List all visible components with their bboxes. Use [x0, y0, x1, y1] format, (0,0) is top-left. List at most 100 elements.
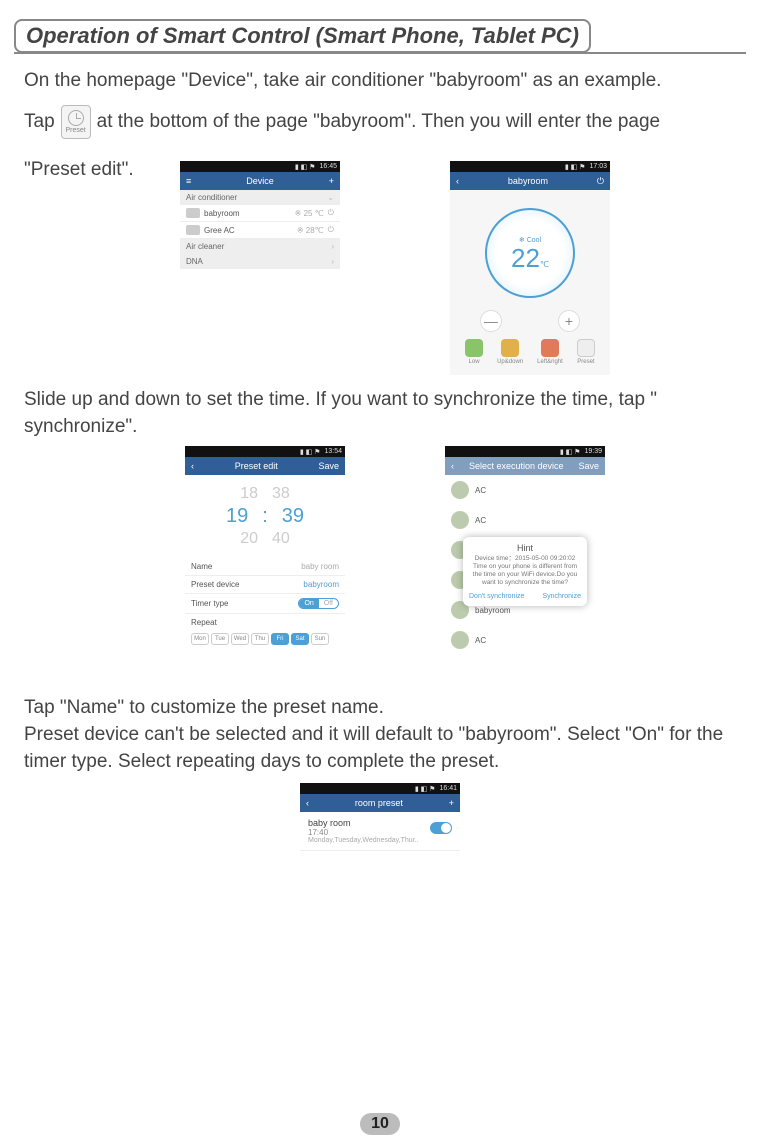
sync-button[interactable]: Synchronize: [542, 593, 581, 600]
day-tue[interactable]: Tue: [211, 633, 229, 645]
label: Repeat: [191, 618, 217, 627]
temperature-dial: ❄ Cool 22℃: [485, 208, 575, 298]
time-h: 20: [240, 530, 258, 548]
label: Preset device: [191, 580, 239, 589]
screenshot-room-preset: ▮ ◧ ⚑16:41 ‹ room preset + baby room 17:…: [300, 783, 460, 1012]
device-row: AC: [445, 625, 605, 655]
value: baby room: [301, 562, 339, 571]
clock-icon: [68, 110, 84, 126]
row-name[interactable]: Namebaby room: [185, 558, 345, 576]
day-wed[interactable]: Wed: [231, 633, 249, 645]
toggle-on[interactable]: On: [299, 599, 318, 608]
section-ac: Air conditioner: [186, 193, 237, 202]
time-m: 40: [272, 530, 290, 548]
label: Timer type: [191, 599, 229, 608]
appbar-title: babyroom: [459, 176, 597, 186]
preset-entry[interactable]: baby room 17:40 Monday,Tuesday,Wednesday…: [300, 812, 460, 851]
status-time: 16:45: [319, 163, 337, 170]
chevron-right-icon[interactable]: ›: [331, 242, 334, 251]
entry-toggle[interactable]: [430, 822, 452, 834]
icon-label: Low: [469, 359, 480, 365]
icon-label: Preset: [577, 359, 594, 365]
dialog-title: Hint: [469, 543, 581, 553]
icon-label: Up&down: [497, 359, 523, 365]
device-temp: ※ 25 ℃: [295, 209, 324, 218]
section-dna: DNA: [186, 257, 203, 266]
section-title-bar: Operation of Smart Control (Smart Phone,…: [14, 18, 746, 54]
screenshot-preset-edit: ▮ ◧ ⚑13:54 ‹ Preset edit Save 1838 19:39…: [185, 446, 345, 685]
toggle-off[interactable]: Off: [319, 599, 338, 608]
appbar-title: Device: [191, 176, 328, 186]
decrease-button[interactable]: —: [480, 310, 502, 332]
dialog-line1: Device time：2015-05-00 09:20:02: [469, 555, 581, 563]
entry-days: Monday,Tuesday,Wednesday,Thur..: [308, 837, 452, 844]
screenshot-sync-dialog: ▮ ◧ ⚑19:39 ‹ Select execution device Sav…: [445, 446, 605, 685]
instruction-p4: Tap "Name" to customize the preset name.: [24, 695, 736, 722]
status-icons: ▮ ◧ ⚑: [295, 163, 316, 171]
row-preset-device: Preset device babyroom: [185, 576, 345, 594]
time-m: 38: [272, 485, 290, 503]
section-title: Operation of Smart Control (Smart Phone,…: [26, 23, 579, 48]
device-thumb-icon: [186, 225, 200, 235]
device-row: AC: [445, 505, 605, 535]
dialog-line2: Time on your phone is different from the…: [469, 563, 581, 586]
instruction-p5: Preset device can't be selected and it w…: [24, 722, 736, 775]
row-timer-type[interactable]: Timer type OnOff: [185, 594, 345, 614]
chevron-right-icon[interactable]: ›: [331, 257, 334, 266]
plus-icon[interactable]: +: [449, 798, 454, 808]
on-off-toggle[interactable]: OnOff: [298, 598, 339, 609]
value: babyroom: [303, 580, 339, 589]
save-button[interactable]: Save: [578, 461, 599, 471]
instruction-p2-row: Tap Preset at the bottom of the page "ba…: [24, 105, 736, 139]
day-thu[interactable]: Thu: [251, 633, 269, 645]
day-sat[interactable]: Sat: [291, 633, 309, 645]
status-time: 13:54: [324, 448, 342, 455]
dont-sync-button[interactable]: Don't synchronize: [469, 593, 524, 600]
status-icons: ▮ ◧ ⚑: [560, 448, 581, 456]
page-number: 10: [360, 1113, 400, 1135]
device-row-gree[interactable]: Gree AC ※ 28℃ ⏻: [180, 222, 340, 239]
appbar-title: room preset: [309, 798, 449, 808]
screenshots-row-2: ▮ ◧ ⚑13:54 ‹ Preset edit Save 1838 19:39…: [185, 446, 760, 685]
bottom-icon-low[interactable]: Low: [465, 339, 483, 365]
status-time: 19:39: [584, 448, 602, 455]
appbar-title: Select execution device: [454, 461, 578, 471]
increase-button[interactable]: +: [558, 310, 580, 332]
power-icon[interactable]: ⏻: [597, 176, 604, 187]
device-temp: ※ 28℃: [297, 226, 324, 235]
day-selector[interactable]: MonTueWedThuFriSatSun: [185, 633, 345, 651]
instruction-p3: Slide up and down to set the time. If yo…: [24, 387, 736, 440]
save-button[interactable]: Save: [318, 461, 339, 471]
device-row-babyroom[interactable]: babyroom ※ 25 ℃ ⏻: [180, 205, 340, 222]
section-aircleaner: Air cleaner: [186, 242, 224, 251]
status-time: 17:03: [589, 163, 607, 170]
chevron-down-icon[interactable]: ⌄: [327, 193, 334, 202]
preset-icon-label: Preset: [66, 127, 86, 134]
day-mon[interactable]: Mon: [191, 633, 209, 645]
device-name: babyroom: [204, 209, 240, 218]
power-icon[interactable]: ⏻: [328, 208, 334, 218]
instruction-p1: On the homepage "Device", take air condi…: [24, 68, 736, 95]
status-time: 16:41: [439, 785, 457, 792]
preset-icon: Preset: [61, 105, 91, 139]
row-repeat: Repeat: [185, 614, 345, 631]
status-icons: ▮ ◧ ⚑: [300, 448, 321, 456]
icon-label: Left&right: [537, 359, 563, 365]
bottom-icon-updown[interactable]: Up&down: [497, 339, 523, 365]
plus-icon[interactable]: +: [329, 176, 334, 186]
screenshots-row-1: ▮ ◧ ⚑16:45 ≡ Device + Air conditioner⌄ b…: [180, 161, 760, 375]
time-picker[interactable]: 1838 19:39 2040: [185, 475, 345, 558]
temperature-unit: ℃: [540, 260, 549, 269]
temperature-value: 22: [511, 243, 540, 273]
bottom-icon-leftright[interactable]: Left&right: [537, 339, 563, 365]
time-h: 18: [240, 485, 258, 503]
device-name: Gree AC: [204, 226, 235, 235]
power-icon[interactable]: ⏻: [328, 225, 334, 235]
hint-dialog: Hint Device time：2015-05-00 09:20:02 Tim…: [463, 537, 587, 605]
day-sun[interactable]: Sun: [311, 633, 329, 645]
day-fri[interactable]: Fri: [271, 633, 289, 645]
instruction-p2b: at the bottom of the page "babyroom". Th…: [97, 111, 660, 133]
device-thumb-icon: [186, 208, 200, 218]
bottom-icon-preset[interactable]: Preset: [577, 339, 595, 365]
screenshots-row-3: ▮ ◧ ⚑16:41 ‹ room preset + baby room 17:…: [0, 783, 760, 1012]
